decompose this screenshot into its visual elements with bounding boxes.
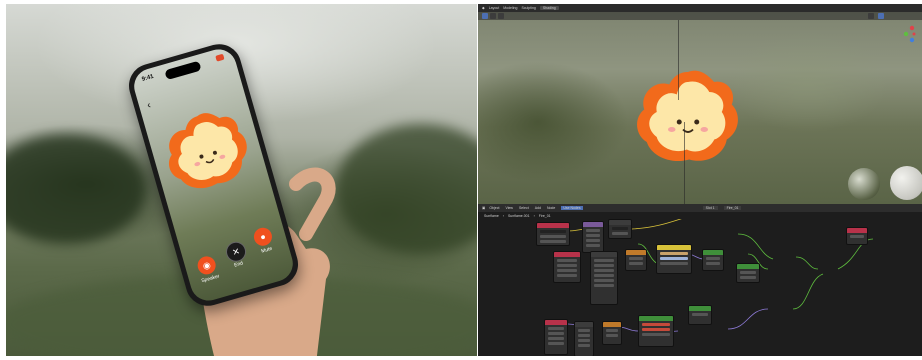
viewport-header <box>478 12 922 20</box>
menu-view[interactable]: View <box>505 206 513 210</box>
node-noise-texture[interactable] <box>553 251 581 283</box>
slot-selector[interactable]: Slot 1 <box>702 206 718 210</box>
node-texture-coordinate[interactable] <box>536 222 570 246</box>
menu-layout[interactable]: Layout <box>489 6 500 10</box>
node-math[interactable] <box>625 249 647 271</box>
fire-character <box>169 113 247 189</box>
back-icon[interactable]: ‹ <box>146 100 152 111</box>
breadcrumb-mesh[interactable]: Sunflame.001 <box>508 214 530 218</box>
background-foliage <box>6 134 146 244</box>
node-canvas[interactable] <box>478 219 922 356</box>
background-foliage <box>336 124 477 254</box>
breadcrumb-separator: › <box>533 213 535 218</box>
tab-shading[interactable]: Shading <box>539 6 559 10</box>
diffuse-preview-sphere <box>890 166 922 200</box>
rotate-tool-icon[interactable] <box>498 13 504 19</box>
node-breadcrumb: Sunflame › Sunflame.001 › Fire_01 <box>478 212 922 219</box>
dynamic-island <box>164 60 202 81</box>
phone-screen: 9:41 ‹ ◉ Speaker ✕ End ● Mute <box>129 45 298 305</box>
node-add-shader[interactable] <box>688 305 712 325</box>
node-emission[interactable] <box>638 315 674 347</box>
speaker-button[interactable]: ◉ <box>195 254 218 277</box>
shading-mode-icon[interactable] <box>868 13 874 19</box>
material-selector[interactable]: Fire_01 <box>723 206 742 210</box>
node-mix[interactable] <box>702 249 724 271</box>
node-mapping[interactable] <box>582 221 604 253</box>
status-time: 9:41 <box>141 73 155 83</box>
use-nodes-toggle[interactable]: Use Nodes <box>561 206 583 210</box>
fire-character-3d[interactable] <box>628 67 748 167</box>
node-separate[interactable] <box>574 321 594 356</box>
speaker-label: Speaker <box>200 273 221 285</box>
node-color-ramp[interactable] <box>590 251 618 305</box>
mute-label: Mute <box>260 245 273 255</box>
hdri-preview-sphere <box>848 168 880 200</box>
menu-node[interactable]: Node <box>547 206 555 210</box>
breadcrumb-object[interactable]: Sunflame <box>484 214 499 218</box>
move-tool-icon[interactable] <box>490 13 496 19</box>
speaker-icon: ◉ <box>201 259 212 271</box>
menu-modeling[interactable]: Modeling <box>503 6 517 10</box>
3d-viewport[interactable] <box>478 12 922 204</box>
node-mix-color[interactable] <box>656 244 692 274</box>
microphone-icon: ● <box>258 231 267 243</box>
editor-type-icon[interactable]: ▣ <box>482 206 485 210</box>
axis-gizmo[interactable] <box>900 24 918 48</box>
close-icon: ✕ <box>230 245 241 258</box>
phone-photo: 9:41 ‹ ◉ Speaker ✕ End ● Mute <box>6 4 477 356</box>
material-preview-icon[interactable] <box>878 13 884 19</box>
breadcrumb-material[interactable]: Fire_01 <box>539 214 551 218</box>
background-line <box>678 20 679 100</box>
menu-select[interactable]: Select <box>519 206 529 210</box>
menu-sculpting[interactable]: Sculpting <box>521 6 535 10</box>
node-material-output[interactable] <box>846 227 868 245</box>
node-vector[interactable] <box>608 219 632 239</box>
blender-topbar: ◆ Layout Modeling Sculpting Shading <box>478 4 922 12</box>
recording-indicator <box>215 53 225 62</box>
blender-logo-icon[interactable]: ◆ <box>482 6 485 10</box>
select-tool-icon[interactable] <box>482 13 488 19</box>
node-image-texture[interactable] <box>544 319 568 355</box>
node-principled-bsdf[interactable] <box>736 263 760 283</box>
node-invert[interactable] <box>602 321 622 345</box>
blender-window: ◆ Layout Modeling Sculpting Shading ▣ Ob… <box>478 4 922 356</box>
menu-object[interactable]: Object <box>489 206 499 210</box>
node-editor-header: ▣ Object View Select Add Node Use Nodes … <box>478 204 922 212</box>
mute-button[interactable]: ● <box>251 225 275 248</box>
background-line <box>684 122 685 204</box>
menu-add[interactable]: Add <box>535 206 541 210</box>
breadcrumb-separator: › <box>502 213 504 218</box>
